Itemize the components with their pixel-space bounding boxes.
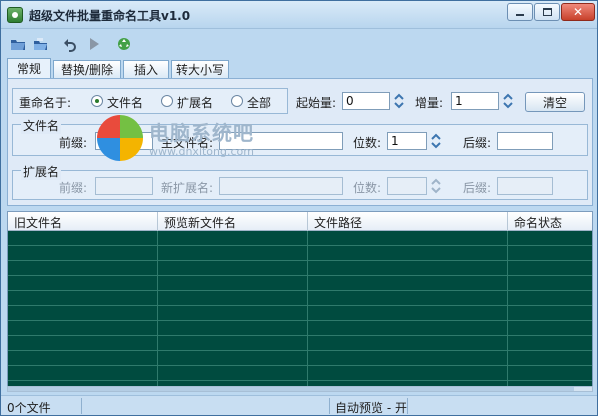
recycle-icon[interactable]	[115, 36, 133, 52]
main-filename-input[interactable]	[219, 132, 343, 150]
extension-group-legend: 扩展名	[21, 163, 62, 180]
table-row[interactable]	[8, 366, 592, 381]
filename-suffix-input[interactable]	[497, 132, 553, 150]
start-value-label: 起始量:	[296, 96, 337, 110]
status-separator	[407, 398, 408, 414]
run-icon[interactable]	[85, 36, 103, 52]
new-extension-label: 新扩展名:	[161, 181, 214, 195]
title-bar: 超级文件批量重命名工具v1.0 ✕	[1, 1, 597, 29]
maximize-button[interactable]	[534, 3, 560, 21]
table-header: 旧文件名 预览新文件名 文件路径 命名状态	[8, 212, 592, 231]
ext-digits-label: 位数:	[353, 181, 382, 195]
filename-group-legend: 文件名	[21, 117, 62, 134]
step-label: 增量:	[415, 96, 444, 110]
table-row[interactable]	[8, 291, 592, 306]
undo-icon[interactable]	[61, 36, 79, 52]
col-preview-name[interactable]: 预览新文件名	[164, 214, 236, 231]
filename-prefix-input[interactable]	[95, 132, 153, 150]
app-window: 超级文件批量重命名工具v1.0 ✕ 常规 替换/删除 插入 转大小写 重命名于:	[0, 0, 598, 416]
table-row[interactable]	[8, 246, 592, 261]
start-value-spinner[interactable]	[393, 92, 405, 110]
maximize-icon	[542, 8, 552, 16]
table-row[interactable]	[8, 306, 592, 321]
column-gridline	[507, 231, 508, 390]
table-row[interactable]	[8, 336, 592, 351]
ext-suffix-input[interactable]	[497, 177, 553, 195]
file-count-status: 0个文件	[7, 401, 51, 415]
col-rename-status[interactable]: 命名状态	[514, 214, 562, 231]
table-row[interactable]	[8, 231, 592, 246]
table-row[interactable]	[8, 321, 592, 336]
filename-digits-spinner[interactable]	[430, 132, 442, 150]
table-row[interactable]	[8, 261, 592, 276]
column-gridline	[157, 231, 158, 390]
col-separator[interactable]	[507, 212, 508, 231]
auto-preview-status[interactable]: 自动预览 - 开	[335, 399, 407, 416]
step-input[interactable]: 1	[451, 92, 499, 110]
open-files-icon[interactable]	[31, 36, 49, 52]
radio-extension-label[interactable]: 扩展名	[177, 94, 213, 111]
col-separator[interactable]	[157, 212, 158, 231]
window-title: 超级文件批量重命名工具v1.0	[29, 9, 191, 23]
tab-replace-delete[interactable]: 替换/删除	[53, 60, 121, 78]
tab-insert[interactable]: 插入	[123, 60, 169, 78]
clear-button[interactable]: 清空	[525, 92, 585, 112]
ext-prefix-label: 前缀:	[59, 181, 88, 195]
app-icon	[7, 7, 23, 23]
new-extension-input[interactable]	[219, 177, 343, 195]
minimize-icon	[516, 14, 524, 16]
table-body[interactable]	[8, 231, 592, 390]
open-folder-icon[interactable]	[9, 36, 27, 52]
toolbar	[1, 30, 597, 58]
rename-target-group: 重命名于: 文件名 扩展名 全部	[12, 88, 288, 114]
status-bar: 0个文件 自动预览 - 开	[1, 395, 597, 415]
close-icon: ✕	[572, 5, 584, 19]
general-panel: 重命名于: 文件名 扩展名 全部 起始量: 0 增量: 1 清空 文件名 前缀:…	[7, 78, 593, 206]
step-spinner[interactable]	[502, 92, 514, 110]
ext-suffix-label: 后缀:	[463, 181, 492, 195]
table-row[interactable]	[8, 351, 592, 366]
col-old-name[interactable]: 旧文件名	[14, 214, 62, 231]
close-button[interactable]: ✕	[561, 3, 595, 21]
extension-group: 扩展名 前缀: 新扩展名: 位数: 后缀:	[12, 163, 588, 200]
horizontal-scrollbar[interactable]	[7, 386, 593, 392]
column-gridline	[307, 231, 308, 390]
tab-case-convert[interactable]: 转大小写	[171, 60, 229, 78]
tab-general[interactable]: 常规	[7, 58, 51, 78]
radio-all-label[interactable]: 全部	[247, 94, 271, 111]
filename-prefix-label: 前缀:	[59, 136, 88, 150]
radio-filename[interactable]	[91, 95, 103, 107]
col-file-path[interactable]: 文件路径	[314, 214, 362, 231]
filename-digits-input[interactable]: 1	[387, 132, 427, 150]
table-row[interactable]	[8, 276, 592, 291]
ext-digits-input[interactable]	[387, 177, 427, 195]
radio-extension[interactable]	[161, 95, 173, 107]
scrollbar-thumb[interactable]	[8, 387, 574, 391]
file-table[interactable]: 旧文件名 预览新文件名 文件路径 命名状态	[7, 211, 593, 391]
ext-digits-spinner[interactable]	[430, 177, 442, 195]
start-value-input[interactable]: 0	[342, 92, 390, 110]
status-separator	[329, 398, 330, 414]
minimize-button[interactable]	[507, 3, 533, 21]
radio-filename-label[interactable]: 文件名	[107, 94, 143, 111]
status-separator	[81, 398, 82, 414]
filename-digits-label: 位数:	[353, 136, 382, 150]
main-filename-label: 主文件名:	[161, 136, 214, 150]
col-separator[interactable]	[307, 212, 308, 231]
rename-target-label: 重命名于:	[19, 96, 72, 110]
ext-prefix-input[interactable]	[95, 177, 153, 195]
filename-group: 文件名 前缀: 主文件名: 位数: 1 后缀:	[12, 117, 588, 156]
radio-all[interactable]	[231, 95, 243, 107]
filename-suffix-label: 后缀:	[463, 136, 492, 150]
